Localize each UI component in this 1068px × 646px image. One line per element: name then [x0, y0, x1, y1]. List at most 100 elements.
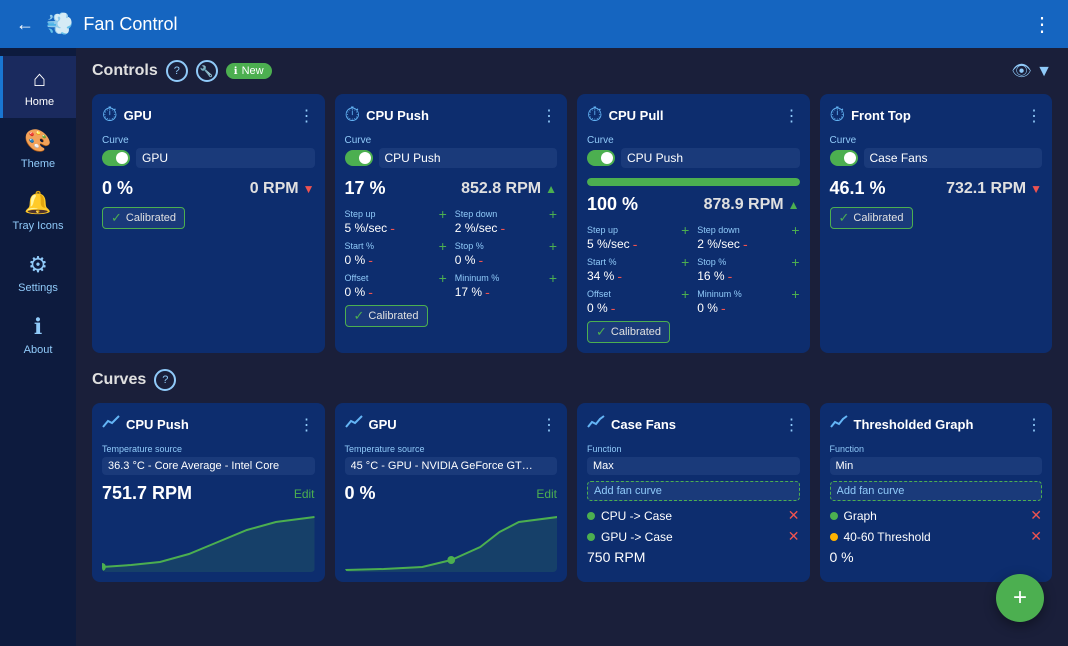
edit-button-cpu-push[interactable]: Edit — [294, 487, 315, 501]
sidebar: ⌂ Home 🎨 Theme 🔔 Tray Icons ⚙ Settings ℹ… — [0, 48, 76, 646]
curve-card-menu-case-fans[interactable]: ⋮ — [784, 415, 800, 435]
edit-button-gpu[interactable]: Edit — [536, 487, 557, 501]
min-value-pull: 0 % — [697, 301, 718, 315]
toggle-front-top[interactable] — [830, 150, 858, 166]
step-down-plus[interactable]: + — [549, 207, 557, 221]
stop-minus[interactable]: - — [478, 253, 483, 267]
curve-select-front-top[interactable]: Case Fans — [864, 148, 1043, 168]
curve-dot-gpu-case — [587, 533, 595, 541]
step-up-plus[interactable]: + — [439, 207, 447, 221]
offset-minus[interactable]: - — [368, 285, 373, 299]
temp-select-cpu-push[interactable]: 36.3 °C - Core Average - Intel Core — [102, 457, 315, 475]
toggle-cpu-push[interactable] — [345, 150, 373, 166]
card-menu-cpu-push[interactable]: ⋮ — [541, 106, 557, 126]
step-up-label-pull: Step up + — [587, 223, 689, 237]
step-up-minus-pull[interactable]: - — [633, 237, 638, 251]
curve-card-menu-gpu[interactable]: ⋮ — [541, 415, 557, 435]
controls-help-icon[interactable]: ? — [166, 60, 188, 82]
controls-wrench-icon[interactable]: 🔧 — [196, 60, 218, 82]
curve-select-gpu[interactable]: GPU — [136, 148, 315, 168]
card-menu-front-top[interactable]: ⋮ — [1026, 106, 1042, 126]
start-minus-pull[interactable]: - — [617, 269, 622, 283]
curve-remove-graph[interactable]: ✕ — [1030, 507, 1042, 524]
curve-label-gpu: Curve — [102, 135, 315, 146]
step-down-minus-pull[interactable]: - — [743, 237, 748, 251]
curve-label-cpu-pull: Curve — [587, 135, 800, 146]
step-down-value-pull: 2 %/sec — [697, 237, 740, 251]
start-plus[interactable]: + — [439, 239, 447, 253]
app-title: Fan Control — [83, 14, 1032, 35]
curve-card-menu-cpu-push[interactable]: ⋮ — [299, 415, 315, 435]
sidebar-item-about[interactable]: ℹ About — [0, 304, 76, 366]
sidebar-item-home[interactable]: ⌂ Home — [0, 56, 76, 118]
temp-select-gpu[interactable]: 45 °C - GPU - NVIDIA GeForce GT… — [345, 457, 558, 475]
step-up-plus-pull[interactable]: + — [681, 223, 689, 237]
toggle-cpu-pull[interactable] — [587, 150, 615, 166]
sidebar-item-settings[interactable]: ⚙ Settings — [0, 242, 76, 304]
curve-card-menu-thresholded[interactable]: ⋮ — [1026, 415, 1042, 435]
sidebar-item-tray[interactable]: 🔔 Tray Icons — [0, 180, 76, 242]
curve-rpm-thresholded: 0 % — [830, 549, 1043, 565]
rpm-front-top: 732.1 RPM ▼ — [946, 180, 1042, 198]
curve-remove-cpu-case[interactable]: ✕ — [788, 507, 800, 524]
sidebar-item-theme[interactable]: 🎨 Theme — [0, 118, 76, 180]
card-menu-cpu-pull[interactable]: ⋮ — [784, 106, 800, 126]
percent-cpu-push: 17 % — [345, 178, 386, 199]
step-down-minus[interactable]: - — [500, 221, 505, 235]
card-menu-gpu[interactable]: ⋮ — [299, 106, 315, 126]
curve-chart-icon-gpu — [345, 413, 363, 436]
add-curve-select-thresholded[interactable]: Add fan curve — [830, 481, 1043, 501]
new-badge-label: New — [242, 65, 264, 77]
stop-value-pull: 16 % — [697, 269, 724, 283]
progress-fill-cpu-pull — [587, 178, 800, 186]
percent-cpu-pull: 100 % — [587, 194, 638, 215]
curve-dot-threshold — [830, 533, 838, 541]
function-select-thresholded[interactable]: Min — [830, 457, 1043, 475]
step-up-value: 5 %/sec — [345, 221, 388, 235]
calibrated-label-cpu-pull: Calibrated — [611, 326, 661, 338]
min-plus-pull[interactable]: + — [791, 287, 799, 301]
toggle-gpu[interactable] — [102, 150, 130, 166]
visibility-button[interactable]: 👁 ▼ — [1011, 61, 1052, 81]
curve-card-case-fans: Case Fans ⋮ Function Max Add fan curve C… — [577, 403, 810, 582]
card-title-gpu: GPU — [124, 108, 293, 123]
stop-plus-pull[interactable]: + — [791, 255, 799, 269]
curve-remove-gpu-case[interactable]: ✕ — [788, 528, 800, 545]
step-down-plus-pull[interactable]: + — [791, 223, 799, 237]
curve-label-cpu-push: Curve — [345, 135, 558, 146]
add-curve-select-case-fans[interactable]: Add fan curve — [587, 481, 800, 501]
add-fab[interactable]: + — [996, 574, 1044, 622]
curve-select-cpu-pull[interactable]: CPU Push — [621, 148, 800, 168]
min-minus-pull[interactable]: - — [721, 301, 726, 315]
rpm-arrow-cpu-pull: ▲ — [788, 198, 800, 212]
offset-plus-pull[interactable]: + — [681, 287, 689, 301]
calibrated-label-front-top: Calibrated — [853, 212, 903, 224]
curve-card-cpu-push: CPU Push ⋮ Temperature source 36.3 °C - … — [92, 403, 325, 582]
start-plus-pull[interactable]: + — [681, 255, 689, 269]
step-up-minus[interactable]: - — [390, 221, 395, 235]
start-minus[interactable]: - — [368, 253, 373, 267]
curves-title: Curves — [92, 371, 146, 389]
curves-help-icon[interactable]: ? — [154, 369, 176, 391]
stop-minus-pull[interactable]: - — [728, 269, 733, 283]
curve-dot-cpu-case — [587, 512, 595, 520]
offset-minus-pull[interactable]: - — [611, 301, 616, 315]
menu-button[interactable]: ⋮ — [1032, 12, 1052, 37]
card-header-front-top: ⏱ Front Top ⋮ — [830, 104, 1043, 127]
stop-plus[interactable]: + — [549, 239, 557, 253]
function-select-case-fans[interactable]: Max — [587, 457, 800, 475]
percent-front-top: 46.1 % — [830, 178, 886, 199]
back-button[interactable]: ← — [16, 14, 34, 35]
home-icon: ⌂ — [33, 66, 46, 92]
calibrated-badge-cpu-push: ✓ Calibrated — [345, 305, 428, 327]
sidebar-label-theme: Theme — [21, 158, 55, 170]
sidebar-label-tray: Tray Icons — [13, 220, 64, 232]
curve-remove-threshold[interactable]: ✕ — [1030, 528, 1042, 545]
min-plus[interactable]: + — [549, 271, 557, 285]
curve-item-cpu-case: CPU -> Case ✕ — [587, 507, 800, 524]
min-minus[interactable]: - — [485, 285, 490, 299]
fan-card-front-top: ⏱ Front Top ⋮ Curve Case Fans 46.1 % 732… — [820, 94, 1053, 353]
offset-plus[interactable]: + — [439, 271, 447, 285]
curve-select-cpu-push[interactable]: CPU Push — [379, 148, 558, 168]
fan-card-gpu: ⏱ GPU ⋮ Curve GPU 0 % 0 RPM ▼ — [92, 94, 325, 353]
